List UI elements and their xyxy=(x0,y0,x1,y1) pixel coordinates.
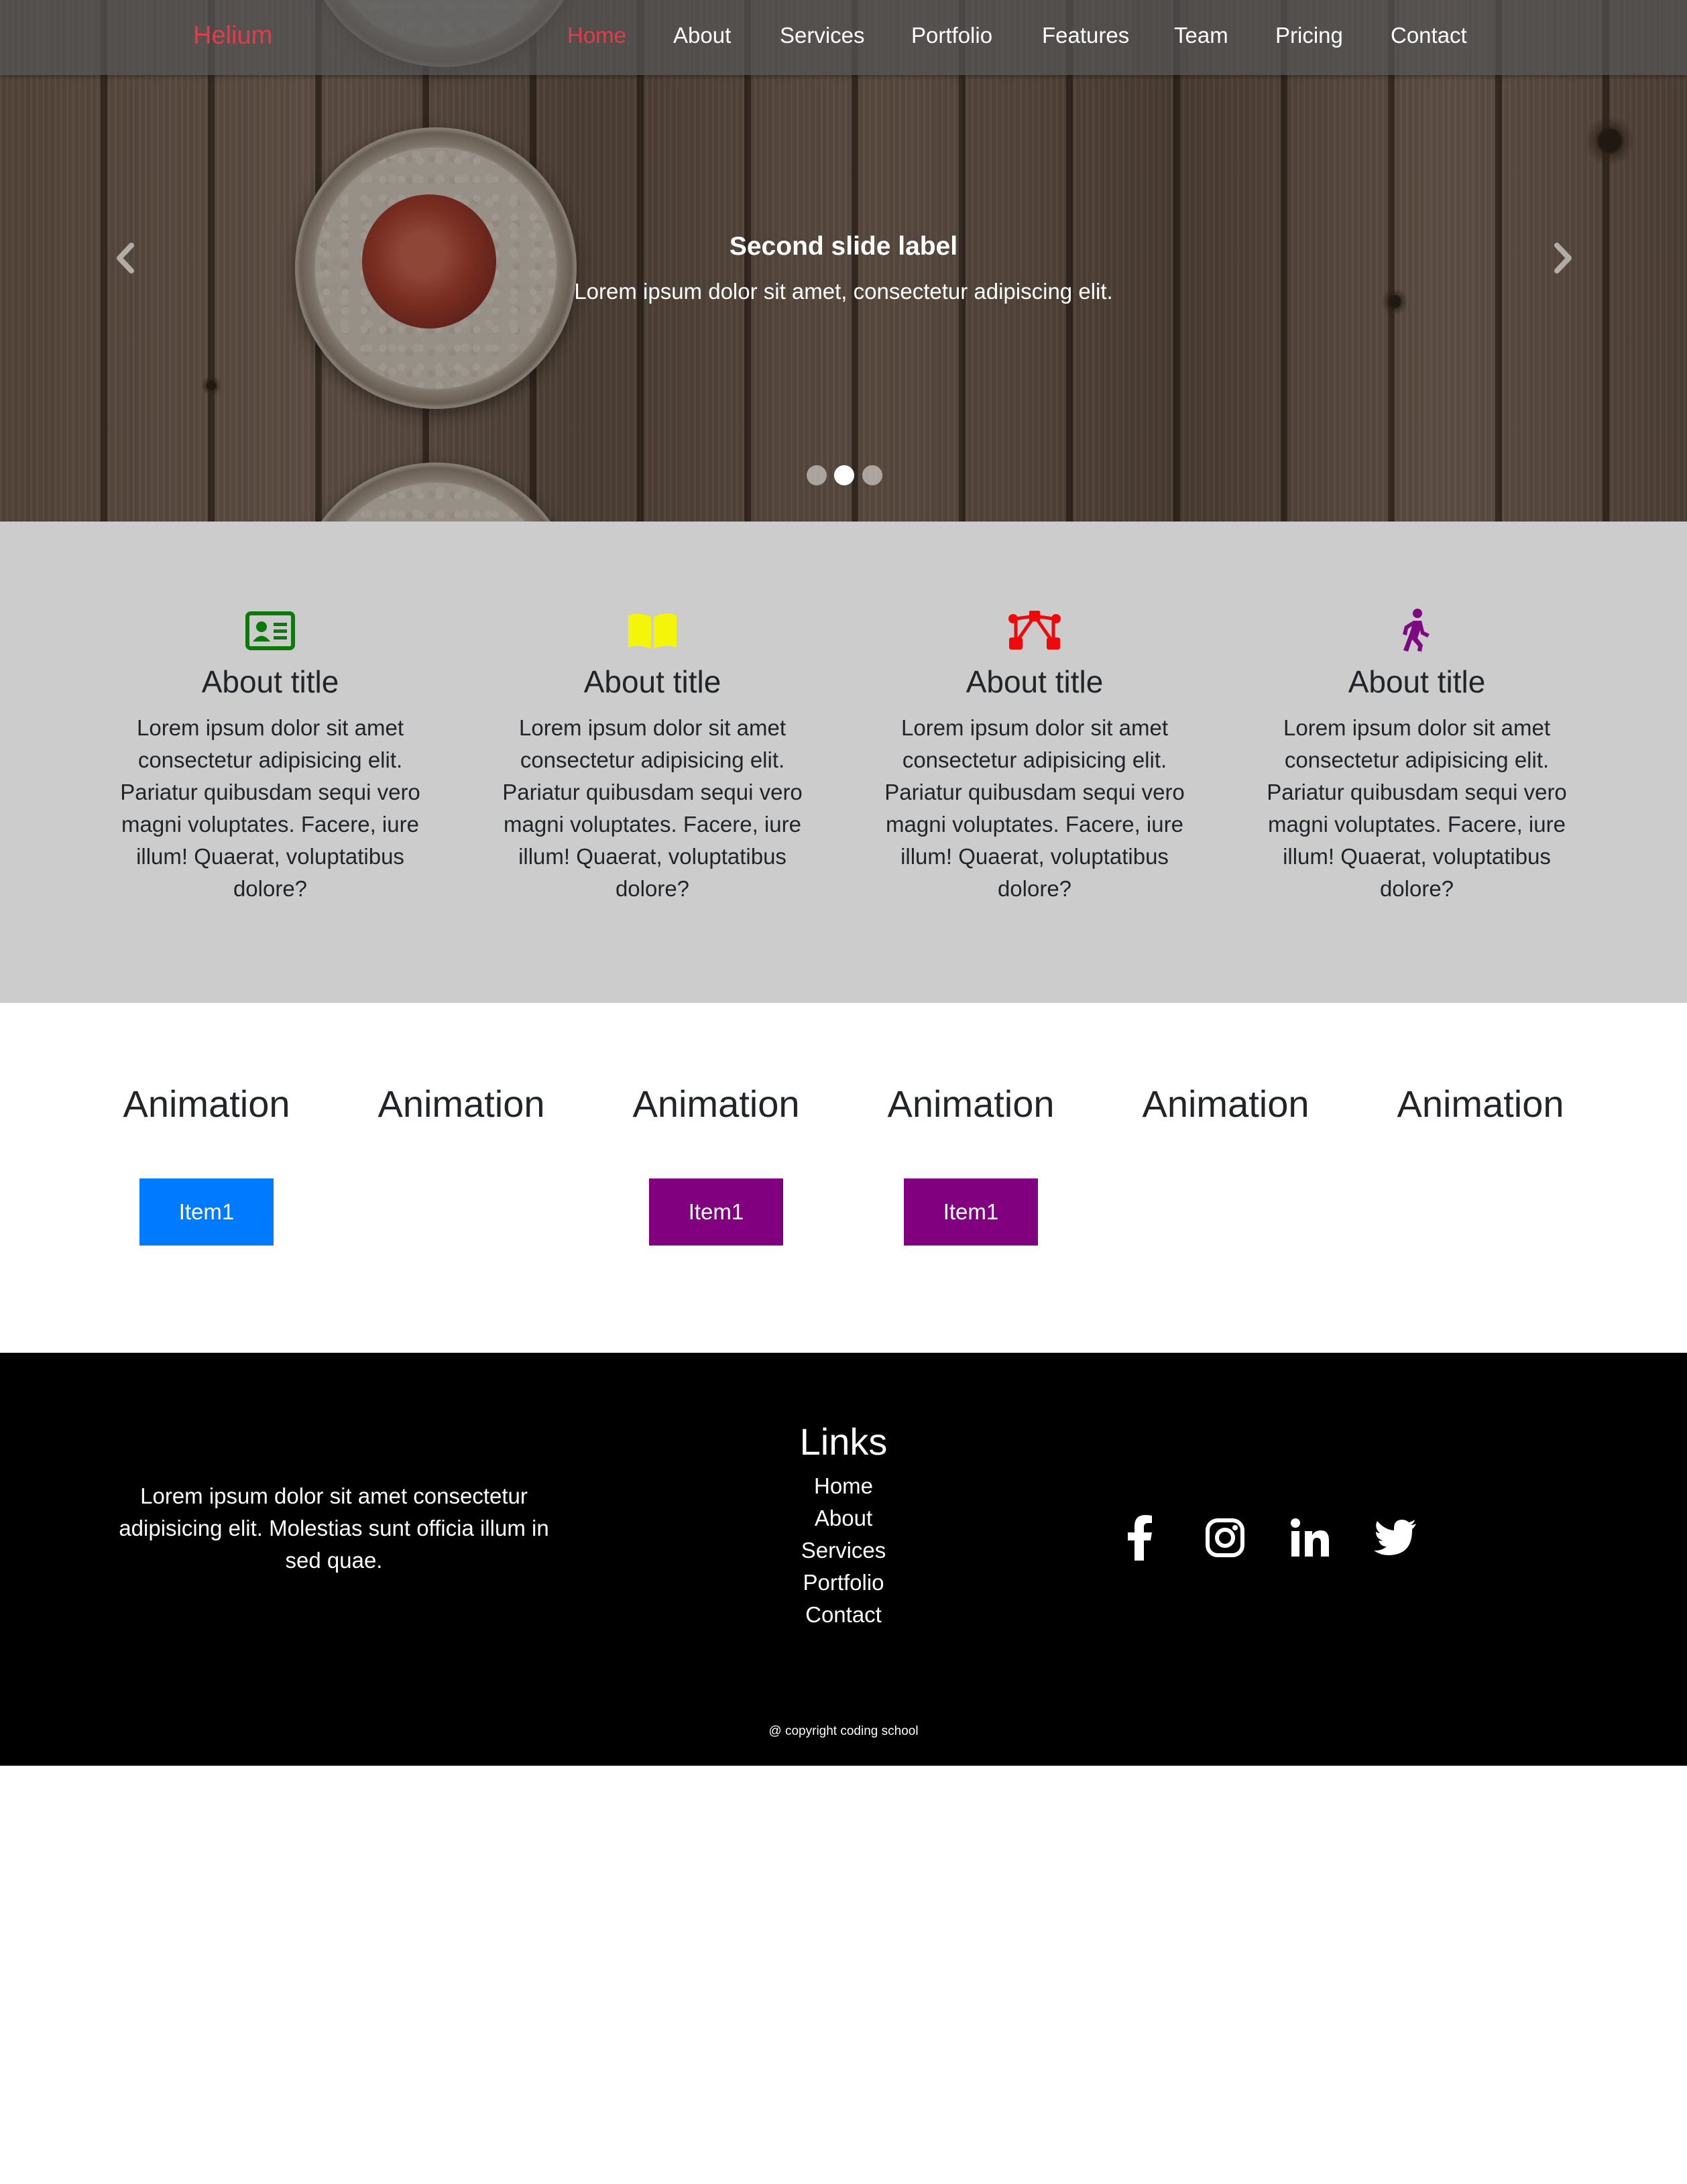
animation-column: Animation xyxy=(1353,1082,1608,1126)
animation-title: Animation xyxy=(632,1083,800,1125)
about-card-text: Lorem ipsum dolor sit amet consectetur a… xyxy=(1267,715,1567,901)
nav-item-features[interactable]: Features xyxy=(1042,23,1129,48)
about-card-title: About title xyxy=(1348,664,1486,699)
animation-title: Animation xyxy=(1142,1083,1310,1125)
facebook-link[interactable] xyxy=(1113,1511,1167,1565)
item1-button[interactable]: Item1 xyxy=(139,1178,274,1246)
navbar: Helium Home About Services Portfolio Fea… xyxy=(0,0,1687,75)
about-card: About title Lorem ipsum dolor sit amet c… xyxy=(495,609,810,905)
footer: Lorem ipsum dolor sit amet consectetur a… xyxy=(0,1353,1687,1766)
about-card-title: About title xyxy=(583,664,721,699)
footer-link-about[interactable]: About xyxy=(815,1506,872,1530)
footer-links-title: Links xyxy=(799,1420,888,1463)
linkedin-icon xyxy=(1291,1518,1329,1557)
hero-carousel: Second slide label Lorem ipsum dolor sit… xyxy=(0,0,1687,522)
nav-item-home[interactable]: Home xyxy=(567,23,626,48)
nav-item-about[interactable]: About xyxy=(673,23,731,48)
about-card-title: About title xyxy=(966,664,1104,699)
id-card-icon xyxy=(113,609,428,653)
nav-item-pricing[interactable]: Pricing xyxy=(1275,23,1343,48)
animation-column: Animation xyxy=(334,1082,589,1126)
about-section: About title Lorem ipsum dolor sit amet c… xyxy=(0,522,1687,1003)
about-card: About title Lorem ipsum dolor sit amet c… xyxy=(877,609,1192,905)
footer-link-services[interactable]: Services xyxy=(801,1538,886,1563)
brand-logo[interactable]: Helium xyxy=(193,21,272,50)
nav-item-services[interactable]: Services xyxy=(780,23,865,48)
about-card-text: Lorem ipsum dolor sit amet consectetur a… xyxy=(502,715,803,901)
animation-title: Animation xyxy=(887,1083,1055,1125)
animation-column: Animation xyxy=(1098,1082,1353,1126)
nav-item-contact[interactable]: Contact xyxy=(1391,23,1467,48)
item1-button[interactable]: Item1 xyxy=(904,1178,1038,1246)
linkedin-link[interactable] xyxy=(1283,1511,1337,1565)
carousel-indicator-3[interactable] xyxy=(862,465,882,485)
footer-link-portfolio[interactable]: Portfolio xyxy=(803,1570,884,1595)
caption-text: Lorem ipsum dolor sit amet, consectetur … xyxy=(574,279,1113,304)
instagram-icon xyxy=(1206,1518,1244,1557)
about-card: About title Lorem ipsum dolor sit amet c… xyxy=(113,609,428,905)
about-card-title: About title xyxy=(201,664,339,699)
vector-nodes-icon xyxy=(877,609,1192,653)
nav-item-team[interactable]: Team xyxy=(1174,23,1228,48)
twitter-icon xyxy=(1374,1520,1416,1555)
about-card-text: Lorem ipsum dolor sit amet consectetur a… xyxy=(120,715,420,901)
copyright-text: @ copyright coding school xyxy=(768,1724,919,1738)
nav-item-portfolio[interactable]: Portfolio xyxy=(911,23,992,48)
footer-link-home[interactable]: Home xyxy=(814,1473,873,1498)
animation-column: Animation xyxy=(589,1082,844,1126)
chevron-right-icon xyxy=(1554,243,1572,274)
about-card-text: Lorem ipsum dolor sit amet consectetur a… xyxy=(884,715,1185,901)
animation-title: Animation xyxy=(377,1083,545,1125)
animation-title: Animation xyxy=(1397,1083,1564,1125)
animation-section: Animation Animation Animation Animation … xyxy=(0,1003,1687,1353)
animation-title: Animation xyxy=(123,1083,290,1125)
footer-link-contact[interactable]: Contact xyxy=(805,1602,882,1627)
animation-column: Animation xyxy=(844,1082,1098,1126)
carousel-indicator-2[interactable] xyxy=(834,465,854,485)
carousel-indicators xyxy=(805,465,885,487)
instagram-link[interactable] xyxy=(1198,1511,1252,1565)
item1-button[interactable]: Item1 xyxy=(649,1178,783,1246)
chevron-left-icon xyxy=(117,243,134,274)
facebook-icon xyxy=(1128,1515,1152,1561)
animation-column: Animation xyxy=(79,1082,334,1126)
footer-links: Links Home About Services Portfolio Cont… xyxy=(709,1420,978,1631)
footer-description: Lorem ipsum dolor sit amet consectetur a… xyxy=(119,1483,549,1573)
about-card: About title Lorem ipsum dolor sit amet c… xyxy=(1259,609,1574,905)
caption-title: Second slide label xyxy=(729,232,958,261)
carousel-indicator-1[interactable] xyxy=(807,465,827,485)
walking-person-icon xyxy=(1259,609,1574,653)
carousel-prev-button[interactable] xyxy=(113,241,139,275)
twitter-link[interactable] xyxy=(1369,1511,1422,1565)
carousel-next-button[interactable] xyxy=(1549,241,1576,275)
open-book-icon xyxy=(495,609,810,653)
